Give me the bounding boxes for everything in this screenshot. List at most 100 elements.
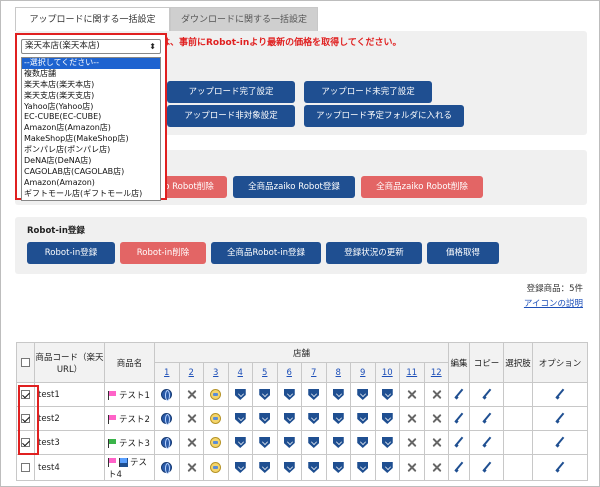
update-status-button[interactable]: 登録状況の更新 <box>326 242 422 264</box>
all-zaiko-robot-register-button[interactable]: 全商品zaiko Robot登録 <box>233 176 355 198</box>
store-number[interactable]: 5 <box>252 362 278 383</box>
upload-scheduled-folder-button[interactable]: アップロード予定フォルダに入れる <box>304 105 464 127</box>
store-option[interactable]: EC-CUBE(EC-CUBE) <box>22 112 160 123</box>
shield-check-icon[interactable] <box>259 462 271 473</box>
cross-icon[interactable] <box>431 389 442 400</box>
store-number[interactable]: 4 <box>227 362 253 383</box>
store-number[interactable]: 2 <box>178 362 204 383</box>
tab-download-bulk[interactable]: ダウンロードに関する一括設定 <box>170 7 318 31</box>
store-option[interactable]: 複数店舗 <box>22 69 160 80</box>
shield-check-icon[interactable] <box>357 413 369 424</box>
shield-check-icon[interactable] <box>259 389 271 400</box>
store-number[interactable]: 1 <box>154 362 180 383</box>
row-checkbox[interactable] <box>21 462 30 472</box>
shield-check-icon[interactable] <box>283 389 295 400</box>
shield-check-icon[interactable] <box>332 462 344 473</box>
shield-check-icon[interactable] <box>332 437 344 448</box>
chat-icon[interactable] <box>210 462 222 473</box>
shield-check-icon[interactable] <box>381 462 393 473</box>
shield-check-icon[interactable] <box>283 462 295 473</box>
store-select[interactable]: 楽天本店(楽天本店) ⬍ <box>21 39 161 54</box>
shield-check-icon[interactable] <box>259 413 271 424</box>
shield-check-icon[interactable] <box>283 413 295 424</box>
cross-icon[interactable] <box>431 437 442 448</box>
robotin-delete-button[interactable]: Robot-in削除 <box>120 242 206 264</box>
cross-icon[interactable] <box>431 413 442 424</box>
store-number[interactable]: 9 <box>350 362 376 383</box>
store-option[interactable]: Amazon(Amazon) <box>22 178 160 189</box>
shield-check-icon[interactable] <box>234 413 246 424</box>
shield-check-icon[interactable] <box>283 437 295 448</box>
cross-icon[interactable] <box>431 462 442 473</box>
chat-icon[interactable] <box>210 413 222 424</box>
cross-icon[interactable] <box>186 462 197 473</box>
edit-icon[interactable] <box>454 437 464 447</box>
option-edit-icon[interactable] <box>555 437 565 447</box>
store-option[interactable]: MakeShop店(MakeShop店) <box>22 134 160 145</box>
shield-check-icon[interactable] <box>357 462 369 473</box>
store-number[interactable]: 12 <box>423 362 450 383</box>
copy-icon[interactable] <box>482 389 492 399</box>
globe-icon[interactable] <box>161 389 173 401</box>
tab-upload-bulk[interactable]: アップロードに関する一括設定 <box>15 7 170 31</box>
store-option[interactable]: 楽天本店(楽天本店) <box>22 80 160 91</box>
store-number[interactable]: 10 <box>374 362 400 383</box>
cross-icon[interactable] <box>186 413 197 424</box>
cross-icon[interactable] <box>406 413 417 424</box>
edit-icon[interactable] <box>454 462 464 472</box>
store-option[interactable]: ギフトモール店(ギフトモール店) <box>22 189 160 200</box>
globe-icon[interactable] <box>161 462 173 474</box>
get-price-button[interactable]: 価格取得 <box>427 242 499 264</box>
option-edit-icon[interactable] <box>555 462 565 472</box>
store-number[interactable]: 3 <box>203 362 229 383</box>
shield-check-icon[interactable] <box>357 389 369 400</box>
store-option[interactable]: ポンパレ店(ポンパレ店) <box>22 145 160 156</box>
store-number[interactable]: 6 <box>276 362 302 383</box>
shield-check-icon[interactable] <box>308 413 320 424</box>
icon-help-link[interactable]: アイコンの説明 <box>524 297 583 309</box>
option-edit-icon[interactable] <box>555 389 565 399</box>
copy-icon[interactable] <box>482 462 492 472</box>
edit-icon[interactable] <box>454 389 464 399</box>
select-all-checkbox[interactable] <box>21 357 30 367</box>
edit-icon[interactable] <box>454 413 464 423</box>
cross-icon[interactable] <box>186 389 197 400</box>
upload-complete-button[interactable]: アップロード完了設定 <box>167 81 295 103</box>
chat-icon[interactable] <box>210 437 222 448</box>
chat-icon[interactable] <box>210 389 222 400</box>
cross-icon[interactable] <box>406 437 417 448</box>
shield-check-icon[interactable] <box>381 389 393 400</box>
shield-check-icon[interactable] <box>308 437 320 448</box>
shield-check-icon[interactable] <box>308 462 320 473</box>
store-number[interactable]: 11 <box>399 362 425 383</box>
copy-icon[interactable] <box>482 413 492 423</box>
store-number[interactable]: 8 <box>325 362 351 383</box>
shield-check-icon[interactable] <box>259 437 271 448</box>
option-edit-icon[interactable] <box>555 413 565 423</box>
store-option[interactable]: CAGOLAB店(CAGOLAB店) <box>22 167 160 178</box>
store-number[interactable]: 7 <box>301 362 327 383</box>
store-option[interactable]: Amazon店(Amazon店) <box>22 123 160 134</box>
copy-icon[interactable] <box>482 437 492 447</box>
cross-icon[interactable] <box>406 389 417 400</box>
all-zaiko-robot-delete-button[interactable]: 全商品zaiko Robot削除 <box>361 176 483 198</box>
store-option[interactable]: Yahoo店(Yahoo店) <box>22 102 160 113</box>
store-option[interactable]: DeNA店(DeNA店) <box>22 156 160 167</box>
shield-check-icon[interactable] <box>234 389 246 400</box>
shield-check-icon[interactable] <box>234 437 246 448</box>
cross-icon[interactable] <box>406 462 417 473</box>
shield-check-icon[interactable] <box>357 437 369 448</box>
shield-check-icon[interactable] <box>308 389 320 400</box>
shield-check-icon[interactable] <box>332 413 344 424</box>
robotin-register-button[interactable]: Robot-in登録 <box>27 242 115 264</box>
all-robotin-register-button[interactable]: 全商品Robot-in登録 <box>211 242 321 264</box>
globe-icon[interactable] <box>161 413 173 425</box>
store-option[interactable]: --選択してください-- <box>22 58 160 69</box>
shield-check-icon[interactable] <box>381 413 393 424</box>
shield-check-icon[interactable] <box>234 462 246 473</box>
shield-check-icon[interactable] <box>332 389 344 400</box>
store-option[interactable]: 楽天支店(楽天支店) <box>22 91 160 102</box>
upload-incomplete-button[interactable]: アップロード未完了設定 <box>304 81 432 103</box>
cross-icon[interactable] <box>186 437 197 448</box>
upload-excluded-button[interactable]: アップロード非対象設定 <box>167 105 295 127</box>
